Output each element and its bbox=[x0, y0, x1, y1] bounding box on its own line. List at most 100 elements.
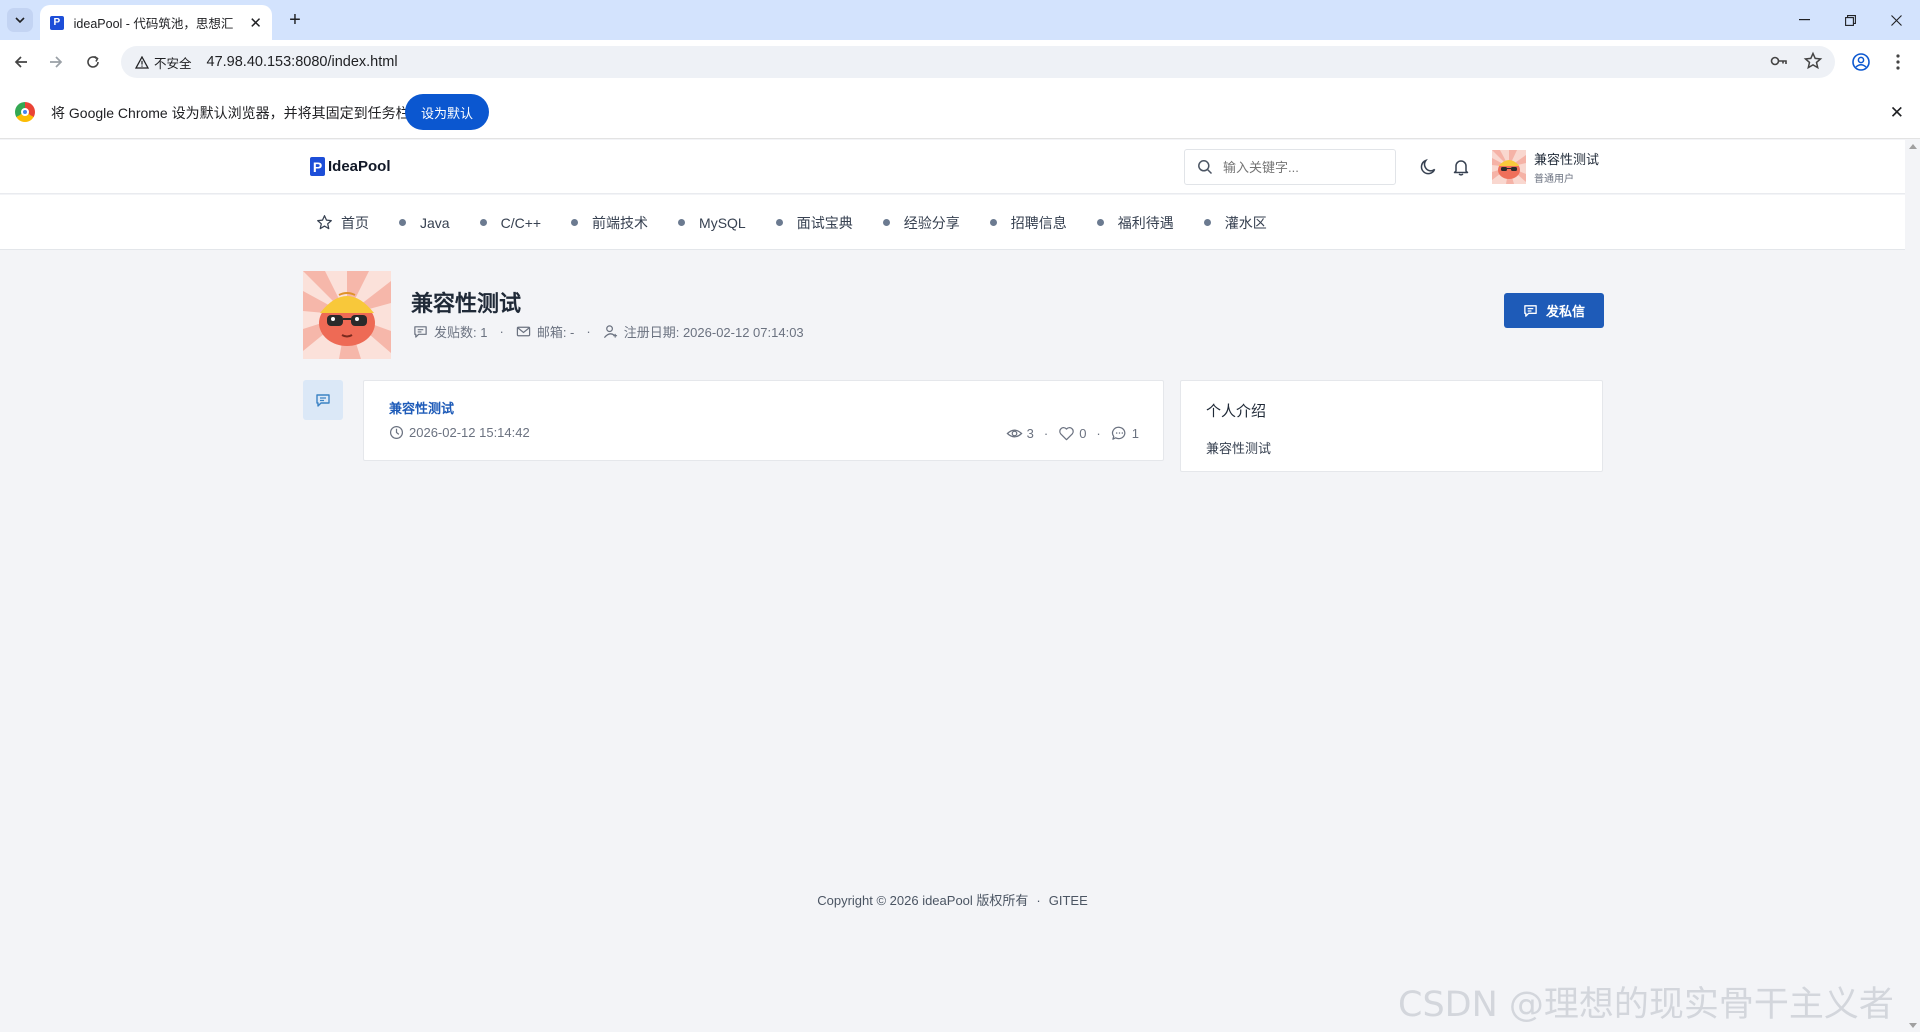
address-bar[interactable]: 不安全 47.98.40.153:8080/index.html bbox=[121, 46, 1835, 78]
profile-name: 兼容性测试 bbox=[411, 291, 522, 316]
profile-post-count: 发贴数: 1 bbox=[434, 325, 488, 340]
bullet-dot-icon bbox=[882, 219, 890, 226]
tab-close-icon[interactable]: ✕ bbox=[249, 14, 262, 32]
nav-item-benefits[interactable]: 福利待遇 bbox=[1096, 213, 1174, 233]
new-tab-button[interactable]: + bbox=[283, 8, 307, 32]
csdn-watermark: CSDN @理想的现实骨干主义者 bbox=[1398, 985, 1894, 1025]
profile-header: 兼容性测试 发贴数: 1 · 邮箱: - · 注册日期: 2026-02-12 … bbox=[303, 271, 1604, 361]
profile-button[interactable] bbox=[1849, 50, 1873, 74]
message-icon bbox=[1524, 305, 1537, 317]
nav-item-java[interactable]: Java bbox=[399, 215, 450, 231]
site-favicon-icon: P bbox=[50, 15, 64, 30]
scroll-down-arrow-icon[interactable] bbox=[1909, 1023, 1917, 1028]
site-logo[interactable]: P IdeaPool bbox=[310, 157, 391, 176]
bullet-dot-icon bbox=[1096, 219, 1104, 226]
set-default-button[interactable]: 设为默认 bbox=[405, 94, 489, 130]
nav-item-experience[interactable]: 经验分享 bbox=[882, 213, 960, 233]
bullet-dot-icon bbox=[479, 219, 487, 226]
nav-item-cpp[interactable]: C/C++ bbox=[479, 214, 542, 231]
nav-item-home[interactable]: 首页 bbox=[316, 213, 369, 233]
post-stats: 3 · 0 · 1 bbox=[1006, 425, 1139, 442]
browser-tabstrip: P ideaPool - 代码筑池，思想汇 ✕ + bbox=[0, 0, 1920, 40]
intro-title: 个人介绍 bbox=[1206, 403, 1267, 420]
post-date: 2026-02-12 15:14:42 bbox=[389, 425, 530, 440]
site-footer: Copyright © 2026 ideaPool 版权所有 · GITEE bbox=[817, 893, 1088, 908]
user-menu[interactable]: 兼容性测试 普通用户 bbox=[1492, 149, 1599, 185]
intro-card: 个人介绍 兼容性测试 bbox=[1180, 380, 1603, 472]
chat-bubble-icon bbox=[316, 394, 330, 407]
bookmark-star-icon[interactable] bbox=[1803, 51, 1823, 71]
user-register-icon bbox=[603, 325, 617, 338]
forward-button[interactable] bbox=[44, 50, 68, 74]
footer-gitee-link[interactable]: GITEE bbox=[1049, 893, 1088, 908]
bullet-dot-icon bbox=[399, 219, 406, 226]
nav-item-label: 面试宝典 bbox=[796, 214, 853, 231]
tab-title: ideaPool - 代码筑池，思想汇 bbox=[73, 17, 234, 31]
url-text[interactable]: 47.98.40.153:8080/index.html bbox=[207, 54, 398, 70]
eye-icon bbox=[1006, 429, 1023, 438]
post-date-text: 2026-02-12 15:14:42 bbox=[409, 425, 530, 440]
post-card[interactable]: 兼容性测试 2026-02-12 15:14:42 3 · 0 · 1 bbox=[363, 380, 1164, 461]
password-key-icon[interactable] bbox=[1769, 51, 1789, 71]
dark-mode-moon-icon[interactable] bbox=[1419, 158, 1437, 176]
tab-search-button[interactable] bbox=[7, 8, 33, 32]
post-title[interactable]: 兼容性测试 bbox=[389, 398, 454, 417]
warning-icon bbox=[135, 55, 149, 69]
bullet-dot-icon bbox=[678, 219, 686, 226]
user-name: 兼容性测试 bbox=[1534, 152, 1600, 167]
logo-mark: P bbox=[310, 157, 325, 176]
nav-item-label: C/C++ bbox=[500, 214, 542, 231]
reload-icon bbox=[87, 55, 99, 68]
reload-button[interactable] bbox=[81, 50, 105, 74]
star-outline-icon bbox=[317, 215, 332, 230]
site-header: P IdeaPool 兼容性测试 bbox=[0, 140, 1905, 194]
post-likes-count: 0 bbox=[1079, 426, 1087, 441]
post-likes[interactable]: 0 bbox=[1058, 425, 1086, 442]
nav-item-offtopic[interactable]: 灌水区 bbox=[1203, 213, 1267, 233]
profile-email: 邮箱: - bbox=[536, 325, 575, 340]
post-count-icon bbox=[414, 326, 427, 338]
mail-icon bbox=[516, 326, 531, 337]
posts-tab[interactable] bbox=[303, 380, 343, 420]
nav-item-interview[interactable]: 面试宝典 bbox=[775, 213, 853, 233]
bullet-dot-icon bbox=[775, 219, 783, 226]
page-scrollbar[interactable] bbox=[1905, 140, 1920, 1032]
notification-bell-icon[interactable] bbox=[1452, 158, 1470, 176]
nav-item-mysql[interactable]: MySQL bbox=[678, 215, 746, 231]
bullet-dot-icon bbox=[571, 219, 579, 226]
browser-tab[interactable]: P ideaPool - 代码筑池，思想汇 ✕ bbox=[40, 5, 272, 40]
security-chip[interactable]: 不安全 bbox=[131, 50, 201, 74]
chrome-logo-icon bbox=[15, 102, 35, 122]
back-button[interactable] bbox=[9, 50, 33, 74]
infobar-close-icon[interactable]: ✕ bbox=[1890, 103, 1904, 123]
post-comments: 1 bbox=[1111, 425, 1139, 442]
profile-register-date: 注册日期: 2026-02-12 07:14:03 bbox=[623, 325, 804, 340]
account-circle-icon bbox=[1852, 53, 1870, 71]
post-comments-count: 1 bbox=[1131, 426, 1139, 441]
arrow-left-icon bbox=[14, 56, 27, 68]
more-vertical-icon bbox=[1896, 54, 1900, 70]
user-role: 普通用户 bbox=[1534, 174, 1574, 185]
comment-icon bbox=[1111, 426, 1126, 440]
bullet-dot-icon bbox=[989, 219, 997, 226]
private-message-label: 发私信 bbox=[1545, 304, 1585, 319]
private-message-button[interactable]: 发私信 bbox=[1504, 293, 1604, 328]
scroll-up-arrow-icon[interactable] bbox=[1909, 144, 1917, 149]
search-icon bbox=[1198, 160, 1213, 175]
menu-button[interactable] bbox=[1886, 50, 1910, 74]
logo-text: IdeaPool bbox=[328, 158, 391, 175]
search-input[interactable] bbox=[1223, 159, 1383, 175]
nav-item-label: 福利待遇 bbox=[1117, 214, 1174, 231]
nav-item-frontend[interactable]: 前端技术 bbox=[571, 213, 648, 233]
post-views: 3 bbox=[1006, 425, 1034, 442]
restore-button[interactable] bbox=[1827, 0, 1873, 40]
close-window-button[interactable] bbox=[1873, 0, 1919, 40]
heart-icon bbox=[1059, 427, 1074, 441]
post-views-count: 3 bbox=[1026, 426, 1034, 441]
nav-item-label: 经验分享 bbox=[903, 214, 960, 231]
nav-item-jobs[interactable]: 招聘信息 bbox=[989, 213, 1067, 233]
minimize-button[interactable] bbox=[1781, 0, 1827, 40]
security-label: 不安全 bbox=[154, 56, 192, 71]
search-box[interactable] bbox=[1184, 149, 1396, 185]
profile-meta: 发贴数: 1 · 邮箱: - · 注册日期: 2026-02-12 07:14:… bbox=[413, 322, 804, 341]
